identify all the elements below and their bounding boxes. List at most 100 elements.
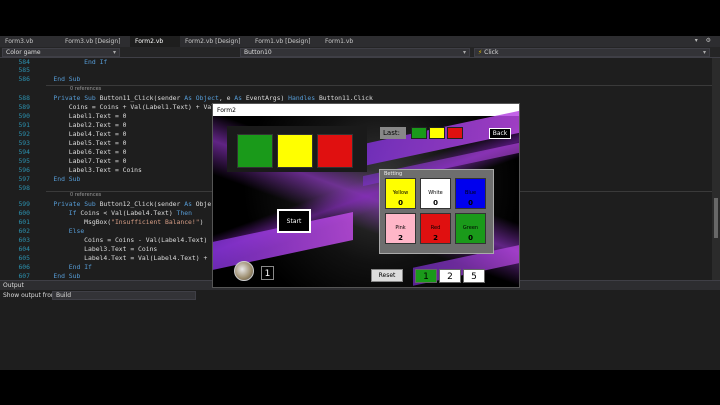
last-label: Last: [380,127,406,139]
codelens-references[interactable]: 0 references [0,192,101,199]
code-text: Label4.Text = Val(Label4.Text) + [38,254,208,262]
class-dropdown-value: Color game [6,49,41,56]
object-dropdown-value: Button10 [244,49,272,56]
object-dropdown[interactable]: Button10 ▾ [240,48,470,57]
code-text: End If [84,58,108,66]
chevron-down-icon: ▾ [702,49,706,56]
betting-title: Betting [384,171,403,177]
navigation-bar: Color game ▾ Button10 ▾ ⚡ Click ▾ [0,47,720,58]
letterbox-top [0,0,720,36]
line-number: 585 [18,66,30,74]
line-number: 601 [18,218,30,226]
tab-form2-vb[interactable]: Form2.vb [130,36,180,47]
back-button[interactable]: Back [489,128,511,139]
line-number: 588 [18,94,30,102]
bet-count: 2 [433,234,438,242]
bet-button-green[interactable]: Green 0 [455,213,486,244]
reset-button[interactable]: Reset [371,269,403,282]
scrollbar-thumb[interactable] [714,198,718,238]
bet-amount-5-button[interactable]: 5 [463,269,485,283]
line-number: 606 [18,263,30,271]
line-number: 590 [18,112,30,120]
code-text: End Sub [53,175,81,183]
line-number: 607 [18,272,30,280]
result-swatch-2 [277,134,313,168]
output-pane: Output Show output from: Build [0,280,720,370]
bet-button-pink[interactable]: Pink 2 [385,213,416,244]
result-color-panel [227,126,367,172]
line-number: 604 [18,245,30,253]
bet-color-label: Pink [395,225,406,231]
code-text: Label7.Text = 0 [38,157,127,165]
bet-amount-1-button[interactable]: 1 [415,269,437,283]
line-number: 597 [18,175,30,183]
coin-avatar [234,261,254,281]
code-text: Else [68,227,85,235]
lightning-icon: ⚡ [478,49,483,56]
bet-color-label: Yellow [392,190,409,196]
line-number: 599 [18,200,30,208]
event-dropdown-value: Click [484,49,499,56]
vertical-scrollbar[interactable] [712,58,720,280]
tab-form1-vb[interactable]: Form1.vb [320,36,380,47]
tab-form1-design[interactable]: Form1.vb [Design] [250,36,320,47]
letterbox-bottom [0,370,720,405]
bet-button-red[interactable]: Red 2 [420,213,451,244]
last-color-3 [447,127,463,139]
event-dropdown[interactable]: ⚡ Click ▾ [474,48,710,57]
bet-amount-2-button[interactable]: 2 [439,269,461,283]
line-number: 600 [18,209,30,217]
code-text: MsgBox("Insufficient Balance!") [38,218,204,226]
code-separator [46,85,712,86]
last-color-2 [429,127,445,139]
bet-count: 0 [468,199,473,207]
line-number: 596 [18,166,30,174]
code-text: Label6.Text = 0 [38,148,127,156]
form2-window: Form2 Last: Back Start Betting Yellow 0 Wh… [212,103,520,288]
code-text: If Coins < Val(Label4.Text) Then [68,209,192,217]
line-number: 594 [18,148,30,156]
tab-form2-design[interactable]: Form2.vb [Design] [180,36,250,47]
code-text: Label2.Text = 0 [38,121,127,129]
chevron-down-icon: ▾ [112,49,116,56]
code-text: Private Sub Button12_Click(sender As Obj… [53,200,212,208]
line-number: 586 [18,75,30,83]
bet-color-label: Blue [464,190,477,196]
start-button[interactable]: Start [277,209,311,233]
line-number: 589 [18,103,30,111]
code-text: Label4.Text = 0 [38,130,127,138]
output-source-dropdown[interactable]: Build [52,291,196,300]
document-tabs: Form3.vb Form3.vb [Design] Form2.vb Form… [0,36,720,47]
bet-count: 0 [398,199,403,207]
code-text: End If [68,263,92,271]
coins-value: 1 [261,266,274,280]
tab-form3-vb[interactable]: Form3.vb [0,36,60,47]
result-swatch-3 [317,134,353,168]
code-text: Label3.Text = Coins [38,245,158,253]
code-text: End Sub [53,272,81,280]
result-swatch-1 [237,134,273,168]
bet-button-blue[interactable]: Blue 0 [455,178,486,209]
line-number: 602 [18,227,30,235]
show-output-label: Show output from: [3,292,59,299]
betting-group: Betting Yellow 0 White 0 Blue 0 Pink 2 Red 2 Green… [379,169,494,254]
line-number: 592 [18,130,30,138]
code-text: Label5.Text = 0 [38,139,127,147]
form2-background: Last: Back Start Betting Yellow 0 White 0 Bl… [213,107,519,287]
code-text: Label3.Text = Coins [38,166,142,174]
code-text: Label1.Text = 0 [38,112,127,120]
form2-title: Form2 [213,104,519,116]
code-line[interactable]: 585 [0,66,712,75]
class-dropdown[interactable]: Color game ▾ [2,48,120,57]
bet-button-white[interactable]: White 0 [420,178,451,209]
bet-color-label: White [428,190,443,196]
codelens-references[interactable]: 0 references [0,86,101,93]
line-number: 603 [18,236,30,244]
chevron-down-icon: ▾ [462,49,466,56]
code-line[interactable]: 586 End Sub [0,75,712,84]
code-line[interactable]: 588 Private Sub Button11_Click(sender As… [0,94,712,103]
bet-button-yellow[interactable]: Yellow 0 [385,178,416,209]
line-number: 591 [18,121,30,129]
tab-form3-design[interactable]: Form3.vb [Design] [60,36,130,47]
tab-overflow-icon[interactable]: ▾ ⚙ [695,37,714,44]
